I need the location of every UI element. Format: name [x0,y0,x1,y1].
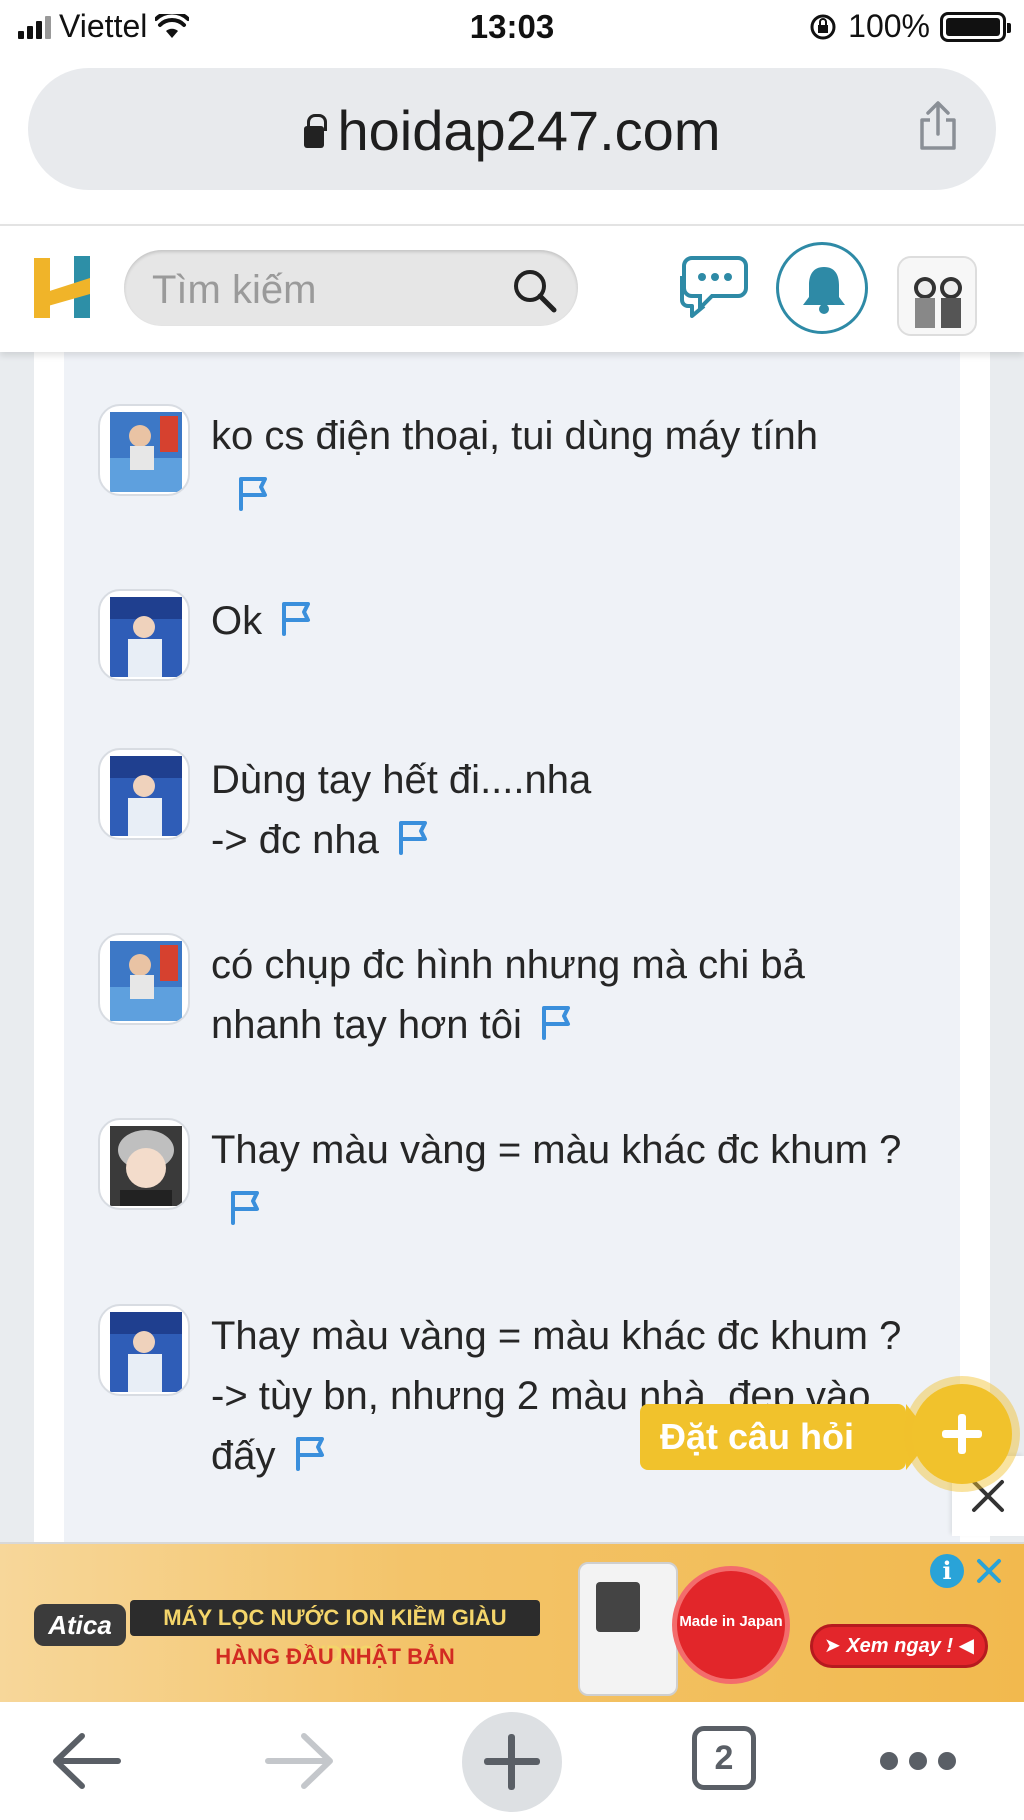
forward-icon[interactable] [262,1728,336,1794]
ad-banner[interactable]: Atica MÁY LỌC NƯỚC ION KIỀM GIÀU HYDRO H… [0,1542,1024,1702]
status-bar: Viettel 13:03 100% [0,0,1024,58]
avatar-image [110,756,182,836]
browser-screen: Viettel 13:03 100% hoidap247.com Tìm kiế… [0,0,1024,1820]
flag-icon[interactable] [237,475,271,511]
ask-question-label[interactable]: Đặt câu hỏi [640,1404,933,1470]
comment-text: Ok [211,599,263,643]
more-icon[interactable] [880,1752,956,1772]
flag-icon[interactable] [397,819,431,855]
ad-close-icon[interactable] [972,1554,1006,1588]
url-text: hoidap247.com [337,99,721,162]
ask-question-button[interactable] [912,1384,1012,1484]
avatar[interactable] [98,933,190,1025]
battery-icon [940,11,1011,42]
search-input[interactable]: Tìm kiếm [124,250,578,326]
avatar[interactable] [98,404,190,496]
url-display[interactable]: hoidap247.com [28,98,996,163]
comment-text: Thay màu vàng = màu khác đc khum ? [211,1128,902,1172]
orientation-lock-icon [810,14,836,39]
battery-group: 100% [808,8,1011,45]
search-placeholder: Tìm kiếm [152,268,317,312]
chat-icon[interactable] [678,254,750,318]
avatar[interactable] [98,1118,190,1210]
back-icon[interactable] [50,1728,124,1794]
comment-thread: ko cs điện thoại, tui dùng máy tính Ok D… [64,352,960,1542]
flag-icon[interactable] [229,1189,263,1225]
ad-info-icon[interactable]: i [930,1554,964,1588]
browser-toolbar: 2 [0,1702,1024,1820]
flag-icon[interactable] [294,1435,328,1471]
user-avatar[interactable] [897,256,977,336]
avatar-image [110,412,182,492]
ad-headline: MÁY LỌC NƯỚC ION KIỀM GIÀU HYDRO [130,1600,540,1666]
avatar-image [899,258,975,334]
tab-switcher-button[interactable]: 2 [692,1726,756,1790]
avatar[interactable] [98,748,190,840]
comment-text: có chụp đc hình nhưng mà chi bả nhanh ta… [211,943,816,1047]
comment-body: Thay màu vàng = màu khác đc khum ? [211,1120,911,1240]
comment-text: ko cs điện thoại, tui dùng máy tính [211,414,819,458]
site-header: Tìm kiếm [0,224,1024,352]
avatar-image [110,597,182,677]
ad-product-image [578,1562,678,1696]
avatar-image [110,1126,182,1206]
avatar-image [110,1312,182,1392]
ad-cta-button[interactable]: ➤ Xem ngay ! ◀ [810,1624,988,1668]
ad-subline: HÀNG ĐẦU NHẬT BẢN [215,1644,455,1669]
flag-icon[interactable] [280,600,314,636]
avatar-image [110,941,182,1021]
battery-percent: 100% [848,8,930,44]
comment-body: Ok [211,591,911,651]
bell-icon [803,267,845,314]
avatar[interactable] [98,589,190,681]
avatar[interactable] [98,1304,190,1396]
comment-body: Dùng tay hết đi....nha -> đc nha [211,750,911,870]
search-icon[interactable] [510,266,558,314]
site-logo[interactable] [30,252,96,322]
share-icon[interactable] [918,100,958,152]
flag-icon[interactable] [540,1004,574,1040]
ad-seal: Made in Japan [672,1566,790,1684]
notifications-button[interactable] [776,242,868,334]
comment-body: ko cs điện thoại, tui dùng máy tính [211,406,911,526]
new-tab-icon[interactable] [462,1712,562,1812]
lock-icon [303,114,327,148]
ad-brand-logo: Atica [34,1604,126,1646]
address-bar[interactable]: hoidap247.com [28,68,996,190]
comment-body: có chụp đc hình nhưng mà chi bả nhanh ta… [211,935,911,1055]
